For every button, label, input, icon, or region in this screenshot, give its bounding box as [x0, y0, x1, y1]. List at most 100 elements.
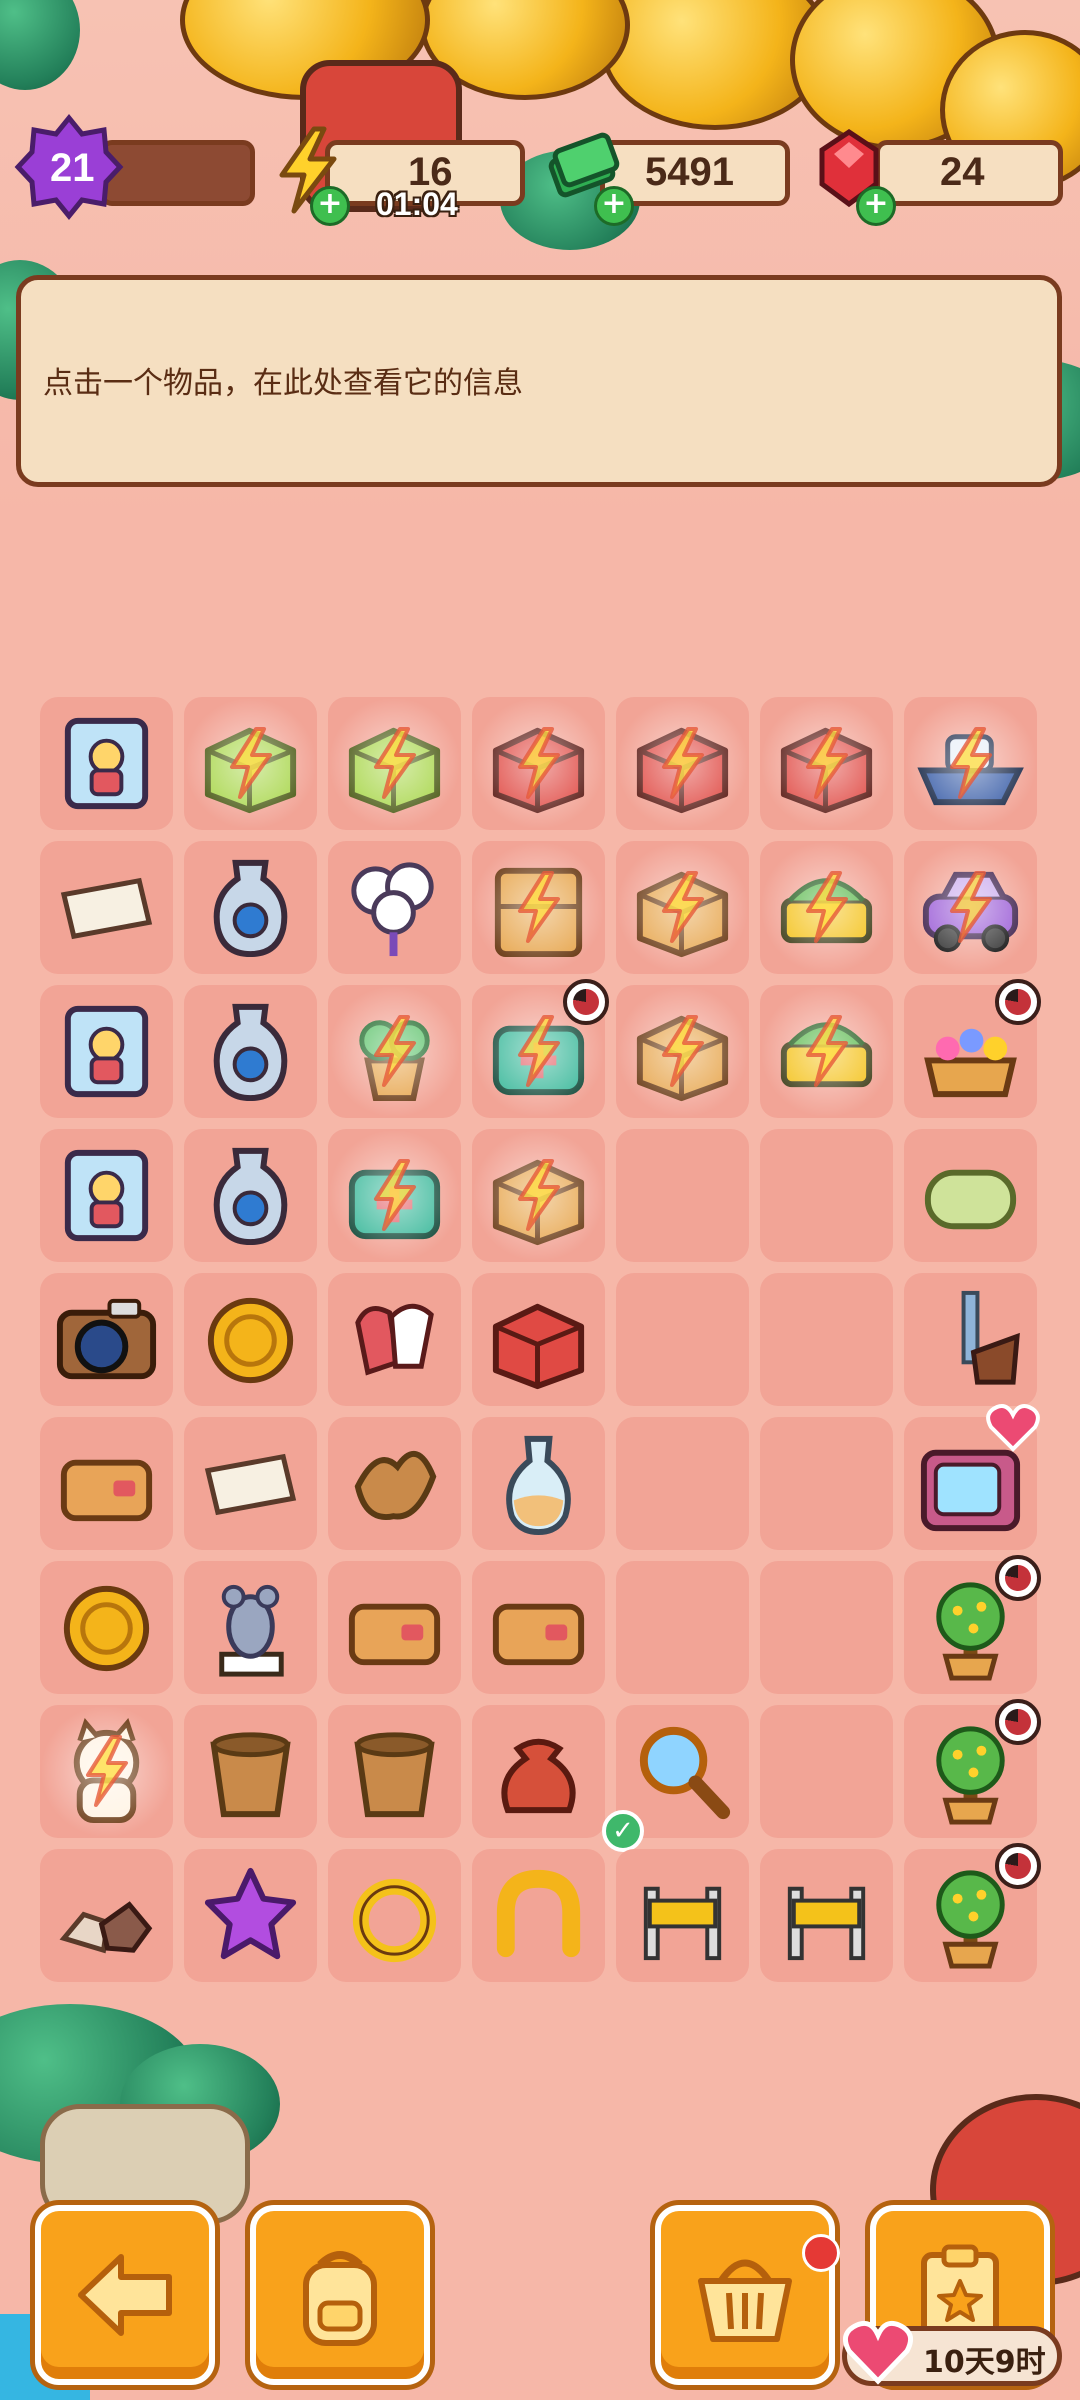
market-stall-item[interactable] [770, 995, 883, 1108]
leather-pouch-item[interactable] [482, 1571, 595, 1684]
crate-white-red-item[interactable] [482, 707, 595, 820]
leaf-cookie-item[interactable] [338, 1427, 451, 1540]
board-cell[interactable] [40, 697, 173, 830]
board-cell[interactable] [472, 1129, 605, 1262]
cannon-post-item[interactable] [914, 1283, 1027, 1396]
photo-small-item[interactable] [50, 1139, 163, 1252]
board-cell[interactable]: ✓ [602, 1705, 749, 1852]
paper-scrap-item[interactable] [194, 1427, 307, 1540]
board-cell[interactable] [40, 1705, 173, 1838]
board-cell[interactable] [472, 697, 605, 830]
board-cell[interactable] [760, 841, 893, 974]
board-cell[interactable] [472, 1705, 605, 1838]
pocket-watch-pair-item[interactable] [194, 1283, 307, 1396]
board-cell[interactable] [760, 1273, 893, 1406]
board-cell[interactable] [760, 1561, 893, 1694]
glass-vase-item[interactable] [482, 1427, 595, 1540]
board-cell[interactable] [328, 1561, 461, 1694]
photo-envelope-item[interactable] [50, 1427, 163, 1540]
camera-item[interactable] [50, 1283, 163, 1396]
board-cell[interactable] [904, 1273, 1037, 1406]
mouse-statue-item[interactable] [194, 1571, 307, 1684]
board-cell[interactable] [760, 1417, 893, 1550]
board-cell[interactable] [616, 1849, 749, 1982]
board-cell[interactable] [184, 1129, 317, 1262]
board-cell[interactable] [616, 1129, 749, 1262]
vase-ornate-item[interactable] [194, 851, 307, 964]
board-cell[interactable] [760, 1129, 893, 1262]
rocks-item[interactable] [50, 1859, 163, 1972]
board-cell[interactable] [184, 1561, 317, 1694]
red-toolbox-item[interactable] [482, 1283, 595, 1396]
board-cell[interactable] [472, 1273, 605, 1406]
gold-ring-item[interactable] [338, 1859, 451, 1972]
board-cell[interactable] [184, 841, 317, 974]
board-cell[interactable] [40, 985, 173, 1118]
board-cell[interactable] [328, 1849, 461, 1982]
board-cell[interactable] [328, 985, 461, 1118]
gold-horseshoe-item[interactable] [482, 1859, 595, 1972]
board-cell[interactable] [472, 1849, 605, 1982]
board-cell[interactable] [472, 841, 605, 974]
display-stand-item[interactable] [626, 851, 739, 964]
board-cell[interactable] [328, 841, 461, 974]
board-cell[interactable] [184, 985, 317, 1118]
cardboard-box-item[interactable] [482, 1139, 595, 1252]
board-cell[interactable] [184, 1273, 317, 1406]
board-cell[interactable] [616, 1417, 749, 1550]
board-cell[interactable] [904, 1555, 1041, 1694]
board-cell[interactable] [472, 979, 609, 1118]
lucky-cat-item[interactable] [50, 1715, 163, 1828]
board-cell[interactable] [616, 1561, 749, 1694]
board-cell[interactable] [760, 985, 893, 1118]
board-cell[interactable] [328, 1273, 461, 1406]
photo-paper-item[interactable] [50, 851, 163, 964]
board-cell[interactable] [904, 1129, 1037, 1262]
board-cell[interactable] [904, 841, 1037, 974]
gift-box-green-item[interactable] [194, 707, 307, 820]
board-cell[interactable] [328, 1129, 461, 1262]
board-cell[interactable] [904, 697, 1037, 830]
board-cell[interactable] [616, 697, 749, 830]
board-cell[interactable] [184, 1849, 317, 1982]
magnifier-item[interactable] [626, 1715, 739, 1828]
board-cell[interactable] [40, 1417, 173, 1550]
broken-pot-item[interactable] [338, 1715, 451, 1828]
car-purple-item[interactable] [914, 851, 1027, 964]
backpack-button[interactable] [250, 2205, 430, 2385]
coin-pouch-item[interactable] [482, 1715, 595, 1828]
board-cell[interactable] [904, 1843, 1041, 1982]
shop-basket-button[interactable] [655, 2205, 835, 2385]
barrier-small-item[interactable] [770, 1859, 883, 1972]
board-cell[interactable] [40, 1129, 173, 1262]
leather-wallet-item[interactable] [338, 1571, 451, 1684]
board-cell[interactable] [184, 697, 317, 830]
crate-red-big-item[interactable] [770, 707, 883, 820]
vase-round-item[interactable] [194, 1139, 307, 1252]
board-cell[interactable] [904, 1699, 1041, 1838]
photo-frame-item[interactable] [50, 995, 163, 1108]
board-cell[interactable] [760, 1849, 893, 1982]
board-cell[interactable] [40, 1849, 173, 1982]
toolbox-green-item[interactable] [338, 707, 451, 820]
add-gems-icon[interactable]: + [856, 186, 896, 226]
board-cell[interactable] [184, 1705, 317, 1838]
board-cell[interactable] [760, 1705, 893, 1838]
crate-red-item[interactable] [626, 707, 739, 820]
board-cell[interactable] [616, 1273, 749, 1406]
wood-bucket-item[interactable] [194, 1715, 307, 1828]
boat-blue-item[interactable] [914, 707, 1027, 820]
plant-pot-item[interactable] [338, 995, 451, 1108]
gloves-item[interactable] [338, 1283, 451, 1396]
wood-crate-item[interactable] [626, 995, 739, 1108]
board-cell[interactable] [328, 1705, 461, 1838]
shelf-wood-item[interactable] [482, 851, 595, 964]
vase-jug-item[interactable] [194, 995, 307, 1108]
sewing-case-item[interactable] [338, 1139, 451, 1252]
board-cell[interactable] [40, 1273, 173, 1406]
board-cell[interactable] [760, 697, 893, 830]
add-cash-icon[interactable]: + [594, 186, 634, 226]
photo-card-item[interactable] [50, 707, 163, 820]
board-cell[interactable] [328, 1417, 461, 1550]
board-cell[interactable] [184, 1417, 317, 1550]
